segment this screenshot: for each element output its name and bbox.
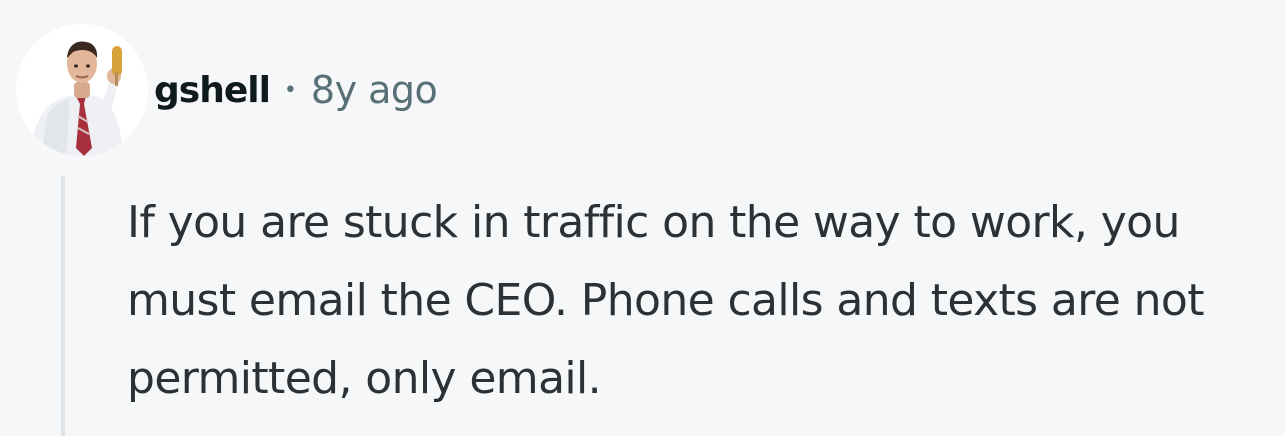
thread-line[interactable]: [61, 176, 65, 436]
separator-dot: •: [283, 77, 297, 103]
user-avatar[interactable]: [16, 24, 148, 156]
comment-body: If you are stuck in traffic on the way t…: [127, 197, 1205, 404]
username-link[interactable]: gshell: [154, 70, 271, 111]
timestamp[interactable]: 8y ago: [311, 68, 438, 112]
comment-header: gshell • 8y ago: [16, 24, 438, 156]
